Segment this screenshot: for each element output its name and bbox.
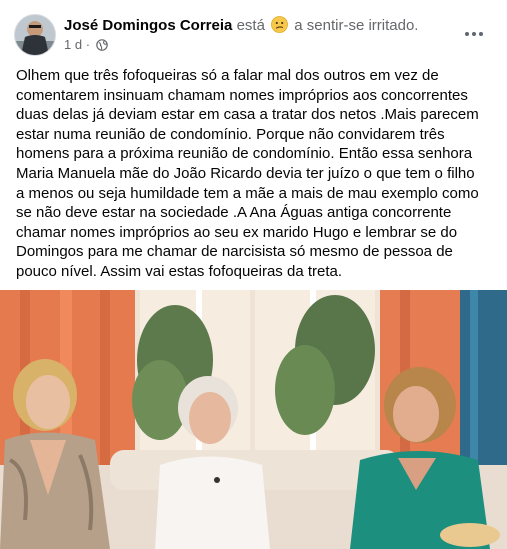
feeling-text[interactable]: a sentir-se irritado.: [294, 17, 418, 34]
author-name[interactable]: José Domingos Correia: [64, 17, 232, 34]
post-photo[interactable]: [0, 290, 507, 549]
post-author-line: José Domingos Correia está a sentir-se i…: [64, 16, 418, 35]
meta-separator: ·: [85, 37, 91, 52]
post-text: Olhem que três fofoqueiras só a falar ma…: [16, 67, 479, 280]
globe-icon[interactable]: [95, 39, 108, 51]
post-card: José Domingos Correia está a sentir-se i…: [0, 0, 507, 549]
confused-face-icon: [271, 16, 288, 33]
post-timestamp[interactable]: 1 d: [64, 37, 82, 52]
post-meta: 1 d ·: [64, 37, 108, 53]
post-header: José Domingos Correia está a sentir-se i…: [14, 12, 494, 56]
author-avatar[interactable]: [14, 14, 56, 56]
more-options-icon[interactable]: [460, 20, 488, 48]
feeling-prefix: está: [236, 17, 265, 34]
